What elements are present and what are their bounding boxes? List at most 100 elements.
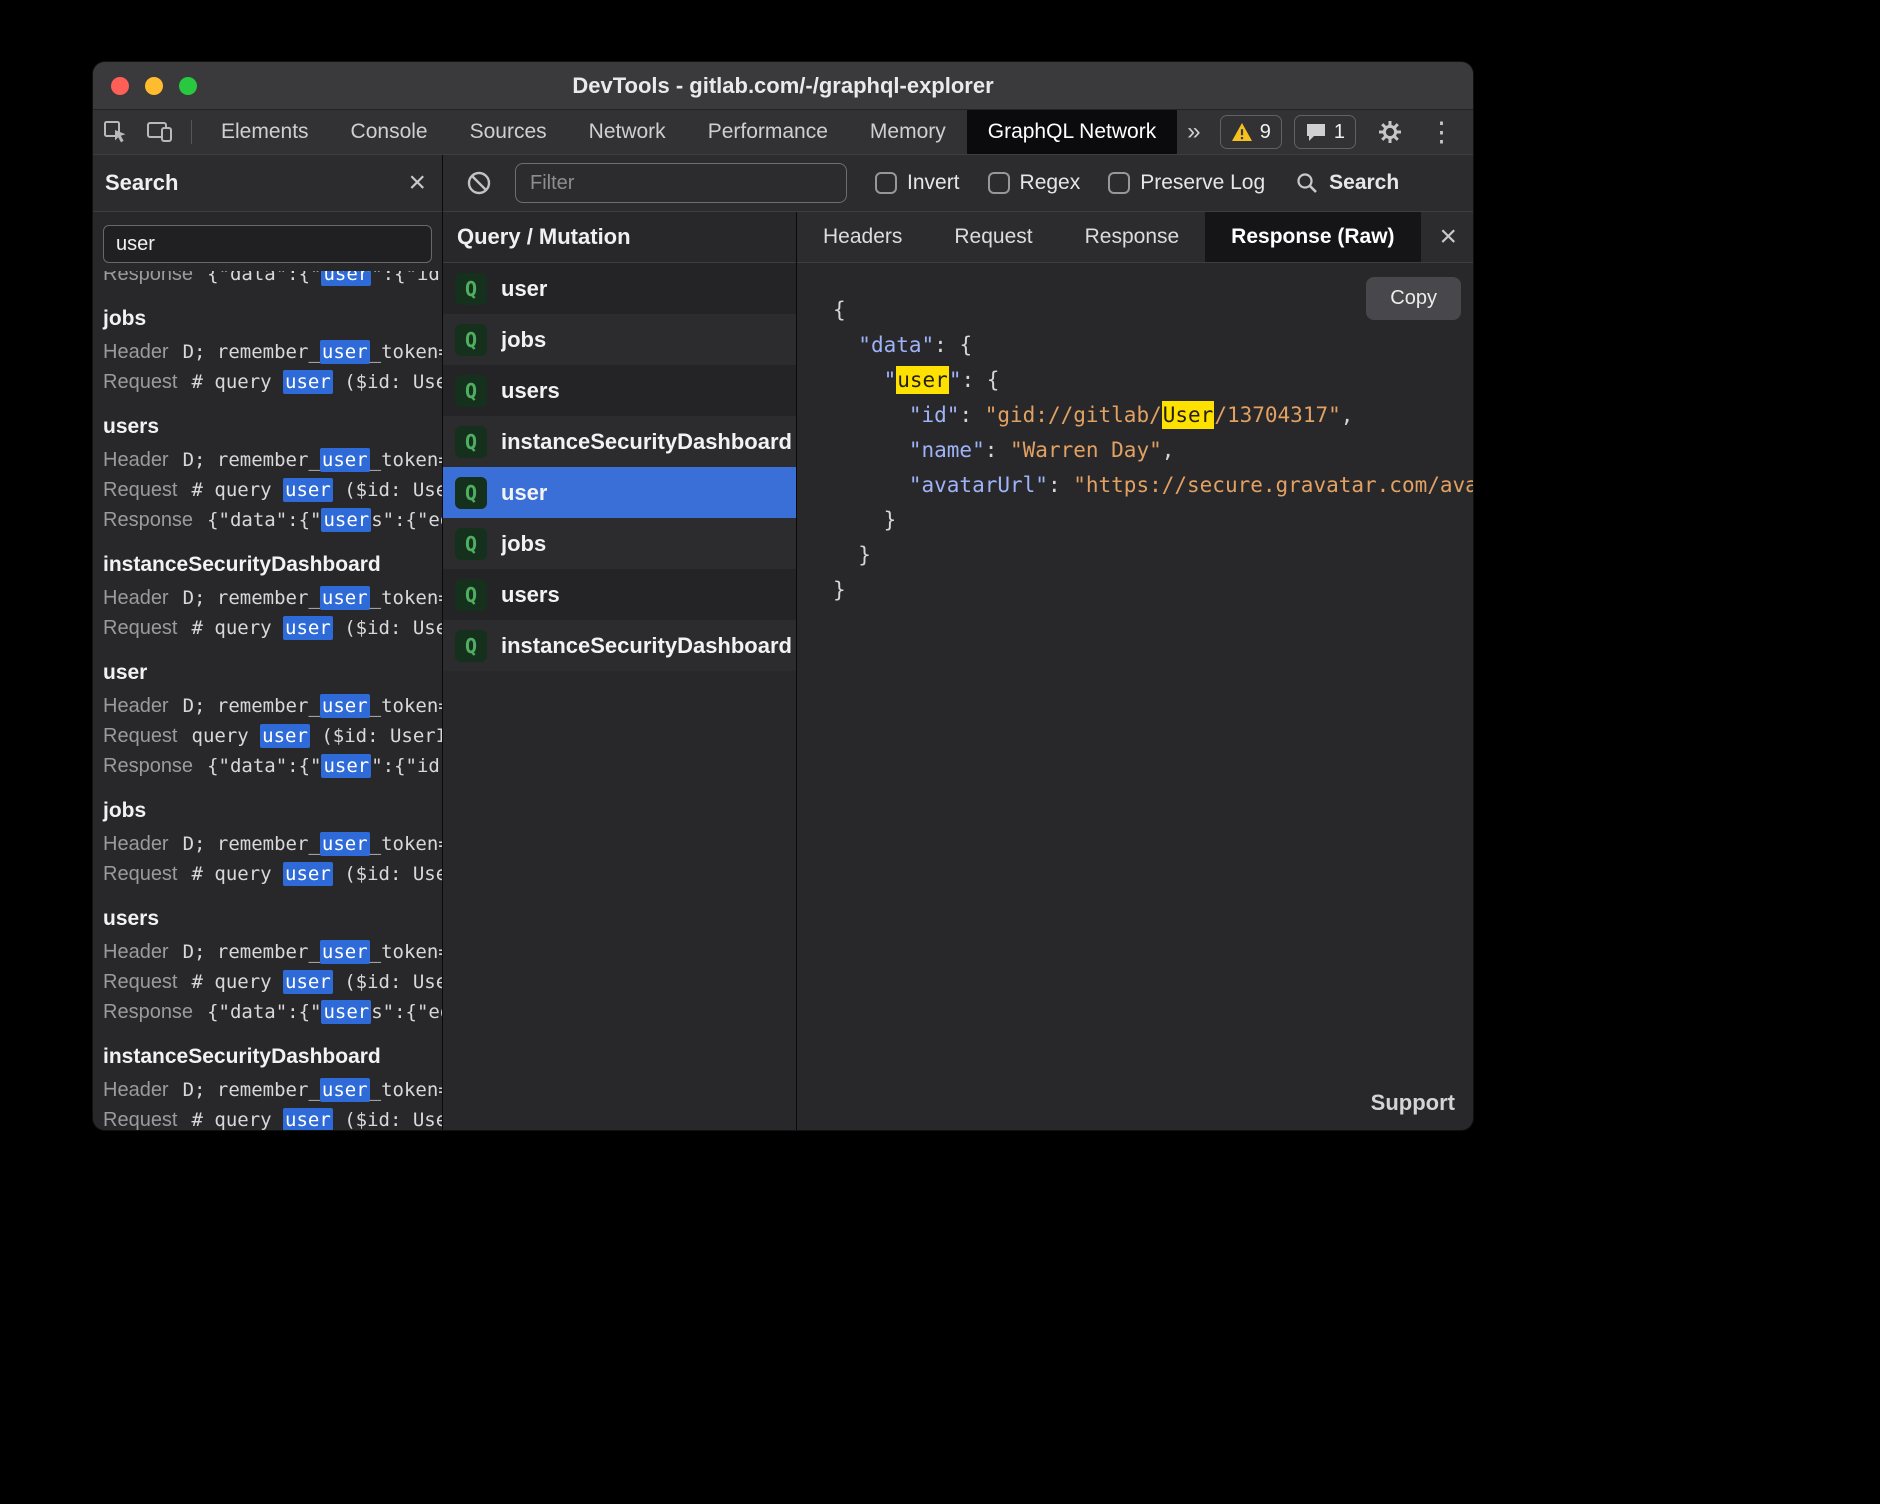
query-type-badge-icon: Q (455, 273, 487, 305)
search-result-line[interactable]: HeaderD; remember_user_token=e (103, 583, 442, 613)
search-section-title[interactable]: instanceSecurityDashboard (103, 1045, 442, 1069)
code-segment: s":{"edges (371, 1001, 442, 1023)
query-list-item[interactable]: QinstanceSecurityDashboard (443, 416, 796, 467)
result-line-code: # query user ($id: UserI (192, 370, 443, 394)
detail-close-icon[interactable]: × (1439, 222, 1457, 252)
zoom-window-button[interactable] (179, 77, 197, 95)
detail-tab-response[interactable]: Response (1059, 212, 1206, 262)
tab-elements[interactable]: Elements (200, 110, 330, 154)
result-line-code: D; remember_user_token=e (183, 832, 442, 856)
code-segment: # query (192, 479, 284, 501)
search-result-line[interactable]: Response{"data":{"users":{"edges (103, 505, 442, 535)
json-line: } (833, 503, 1473, 538)
query-name: instanceSecurityDashboard (501, 633, 792, 659)
result-line-type: Request (103, 479, 178, 501)
filter-input[interactable] (515, 163, 847, 203)
result-line-code: {"data":{"users":{"edges (207, 1000, 442, 1024)
toolbar-search-button[interactable]: Search (1295, 171, 1399, 195)
search-result-line[interactable]: Response{"data":{"user":{"id":"gi (103, 751, 442, 781)
warnings-badge[interactable]: 9 (1220, 115, 1282, 149)
search-result-line[interactable]: HeaderD; remember_user_token=e (103, 937, 442, 967)
regex-checkbox[interactable]: Regex (988, 171, 1081, 195)
match-highlight: user (321, 1000, 371, 1024)
search-section-title[interactable]: jobs (103, 799, 442, 823)
tab-console[interactable]: Console (330, 110, 449, 154)
search-result-line[interactable]: Request# query user ($id: UserI (103, 367, 442, 397)
search-section-title[interactable]: user (103, 661, 442, 685)
traffic-lights (93, 77, 197, 95)
query-type-badge-icon: Q (455, 375, 487, 407)
code-segment: _token=e (370, 695, 442, 717)
inspect-icon[interactable] (93, 110, 137, 154)
query-type-badge-icon: Q (455, 630, 487, 662)
result-line-type: Header (103, 833, 169, 855)
code-segment: { (833, 298, 846, 322)
tab-memory[interactable]: Memory (849, 110, 967, 154)
preserve-log-checkbox[interactable]: Preserve Log (1108, 171, 1265, 195)
settings-gear-icon[interactable] (1368, 119, 1412, 145)
result-line-type: Request (103, 971, 178, 993)
copy-button[interactable]: Copy (1366, 277, 1461, 320)
query-list-item[interactable]: QinstanceSecurityDashboard (443, 620, 796, 671)
search-section-title[interactable]: users (103, 907, 442, 931)
search-section-title[interactable]: instanceSecurityDashboard (103, 553, 442, 577)
search-result-line[interactable]: HeaderD; remember_user_token=e (103, 691, 442, 721)
search-section-title[interactable]: jobs (103, 307, 442, 331)
invert-checkbox[interactable]: Invert (875, 171, 960, 195)
issue-count: 1 (1334, 121, 1345, 144)
tab-sources[interactable]: Sources (449, 110, 568, 154)
result-line-type: Header (103, 695, 169, 717)
support-link[interactable]: Support (1371, 1090, 1455, 1116)
code-segment: # query (192, 1109, 284, 1130)
close-window-button[interactable] (111, 77, 129, 95)
search-result-line[interactable]: HeaderD; remember_user_token=e (103, 1075, 442, 1105)
code-segment: " (949, 368, 962, 392)
match-highlight: user (283, 370, 333, 394)
result-line-type: Response (103, 509, 193, 531)
search-result-line[interactable]: Header D; remember_user_token=e (103, 829, 442, 859)
code-segment: D; remember_ (183, 695, 320, 717)
query-list-item[interactable]: Qusers (443, 569, 796, 620)
code-segment (833, 368, 884, 392)
detail-tab-request[interactable]: Request (928, 212, 1058, 262)
result-line-code: D; remember_user_token=e (183, 340, 442, 364)
search-result-line[interactable]: HeaderD; remember_user_token=e (103, 445, 442, 475)
query-list-item[interactable]: Quser (443, 263, 796, 314)
query-list-item[interactable]: Qjobs (443, 314, 796, 365)
devtools-main: Search × Response{"data":{"user":{"id":"… (93, 155, 1473, 1130)
issues-badge[interactable]: 1 (1294, 115, 1356, 149)
search-result-line[interactable]: Response{"data":{"user":{"id":"gi (103, 271, 442, 289)
kebab-menu-icon[interactable]: ⋮ (1424, 119, 1459, 146)
search-result-line[interactable]: Requestquery user ($id: UserI (103, 721, 442, 751)
search-result-line[interactable]: Request# query user ($id: UserI (103, 613, 442, 643)
query-type-badge-icon: Q (455, 528, 487, 560)
search-input[interactable] (103, 225, 432, 263)
code-segment: ($id: UserI (333, 863, 442, 885)
clear-icon[interactable] (457, 170, 501, 196)
search-panel-close-icon[interactable]: × (408, 168, 426, 198)
search-result-line[interactable]: Response{"data":{"users":{"edges (103, 997, 442, 1027)
search-result-line[interactable]: Request# query user ($id: UserI (103, 859, 442, 889)
code-segment: : (959, 403, 984, 427)
code-segment: # query (192, 863, 284, 885)
tab-network[interactable]: Network (568, 110, 687, 154)
code-segment: ($id: UserI (333, 371, 442, 393)
query-list-item[interactable]: Qjobs (443, 518, 796, 569)
minimize-window-button[interactable] (145, 77, 163, 95)
search-result-line[interactable]: Request# query user ($id: UserI (103, 475, 442, 505)
query-list-item[interactable]: Qusers (443, 365, 796, 416)
detail-tab-response-raw[interactable]: Response (Raw) (1205, 212, 1420, 262)
search-result-line[interactable]: Request# query user ($id: UserI (103, 967, 442, 997)
search-section-title[interactable]: users (103, 415, 442, 439)
search-result-line[interactable]: Request# query user ($id: UserI (103, 1105, 442, 1130)
device-toolbar-icon[interactable] (137, 110, 183, 154)
tab-graphql-network[interactable]: GraphQL Network (967, 110, 1177, 154)
more-tabs-icon[interactable]: » (1177, 110, 1210, 154)
result-line-code: D; remember_user_token=e (183, 1078, 442, 1102)
match-highlight: user (321, 508, 371, 532)
tab-performance[interactable]: Performance (687, 110, 849, 154)
query-list-item[interactable]: Quser (443, 467, 796, 518)
search-result-line[interactable]: HeaderD; remember_user_token=e (103, 337, 442, 367)
result-line-code: D; remember_user_token=e (183, 586, 442, 610)
detail-tab-headers[interactable]: Headers (797, 212, 928, 262)
